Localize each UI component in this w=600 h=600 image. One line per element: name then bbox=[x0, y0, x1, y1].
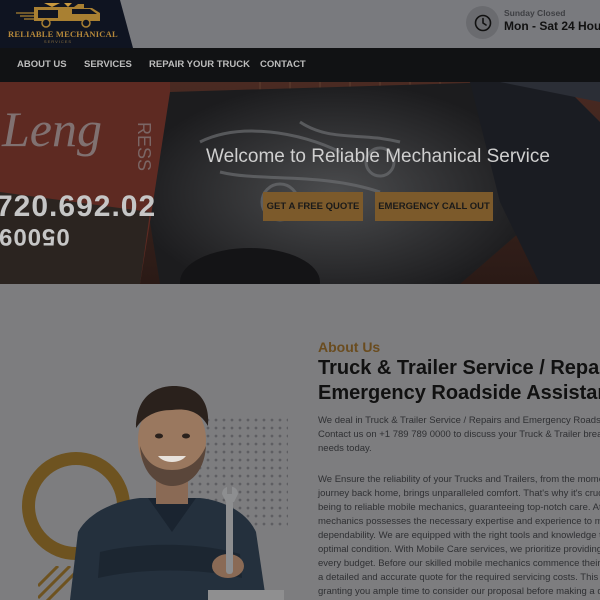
hero-title: Welcome to Reliable Mechanical Service bbox=[206, 146, 550, 167]
truck-logo-icon bbox=[16, 3, 100, 28]
truck-phone-lettering: 720.692.02 bbox=[0, 190, 157, 223]
about-heading-line-2: Emergency Roadside Assistance bbox=[318, 382, 600, 404]
brand-tagline: SERVICES bbox=[43, 39, 73, 44]
nav-item-services[interactable]: SERVICES bbox=[84, 48, 132, 82]
nav-item-contact[interactable]: CONTACT bbox=[260, 48, 306, 82]
intro-line: We deal in Truck & Trailer Service / Rep… bbox=[318, 415, 600, 426]
brand-name: RELIABLE MECHANICAL bbox=[8, 29, 118, 39]
mechanic-photo bbox=[70, 386, 266, 600]
logo[interactable]: RELIABLE MECHANICAL SERVICES bbox=[0, 0, 133, 48]
body-line: journey back home, brings unparalleled c… bbox=[318, 488, 600, 499]
about-section: About Us Truck & Trailer Service / Repai… bbox=[0, 284, 600, 600]
body-line: every budget. Before our skilled mobile … bbox=[318, 558, 600, 569]
body-line: granting you ample time to consider our … bbox=[318, 586, 600, 597]
hours-value: Mon - Sat 24 Hours bbox=[504, 19, 600, 33]
nav-item-repair-your-truck[interactable]: REPAIR YOUR TRUCK bbox=[149, 48, 250, 82]
main-nav: ABOUT US SERVICES REPAIR YOUR TRUCK CONT… bbox=[0, 48, 600, 82]
about-heading-line-1: Truck & Trailer Service / Repairs bbox=[318, 357, 600, 379]
hero-background-image: Leng RESS bbox=[0, 82, 600, 284]
image-caption-card bbox=[208, 590, 284, 600]
truck-zip-lettering: 05009 bbox=[0, 223, 70, 250]
nav-item-about-us[interactable]: ABOUT US bbox=[17, 48, 67, 82]
body-line: optimal condition. With Mobile Care serv… bbox=[318, 544, 600, 555]
intro-line: Contact us on +1 789 789 0000 to discuss… bbox=[318, 429, 600, 440]
body-line: dependability. We are equipped with the … bbox=[318, 530, 600, 541]
top-bar: RELIABLE MECHANICAL SERVICES Sunday Clos… bbox=[0, 0, 600, 48]
get-free-quote-button[interactable]: GET A FREE QUOTE bbox=[263, 192, 363, 221]
body-line: a detailed and accurate quote for the re… bbox=[318, 572, 600, 583]
body-line: We Ensure the reliability of your Trucks… bbox=[318, 474, 600, 485]
intro-line: needs today. bbox=[318, 443, 372, 454]
hours-closed-label: Sunday Closed bbox=[504, 8, 566, 18]
hero-banner: Leng RESS 720.692.02 05009 Welcome to Re… bbox=[0, 82, 600, 284]
body-line: being to reliable mobile mechanics, guar… bbox=[318, 502, 600, 513]
emergency-call-out-button[interactable]: EMERGENCY CALL OUT bbox=[375, 192, 493, 221]
about-us-label: About Us bbox=[318, 339, 381, 355]
clock-icon bbox=[466, 6, 499, 39]
body-line: mechanics possesses the necessary expert… bbox=[318, 516, 600, 527]
